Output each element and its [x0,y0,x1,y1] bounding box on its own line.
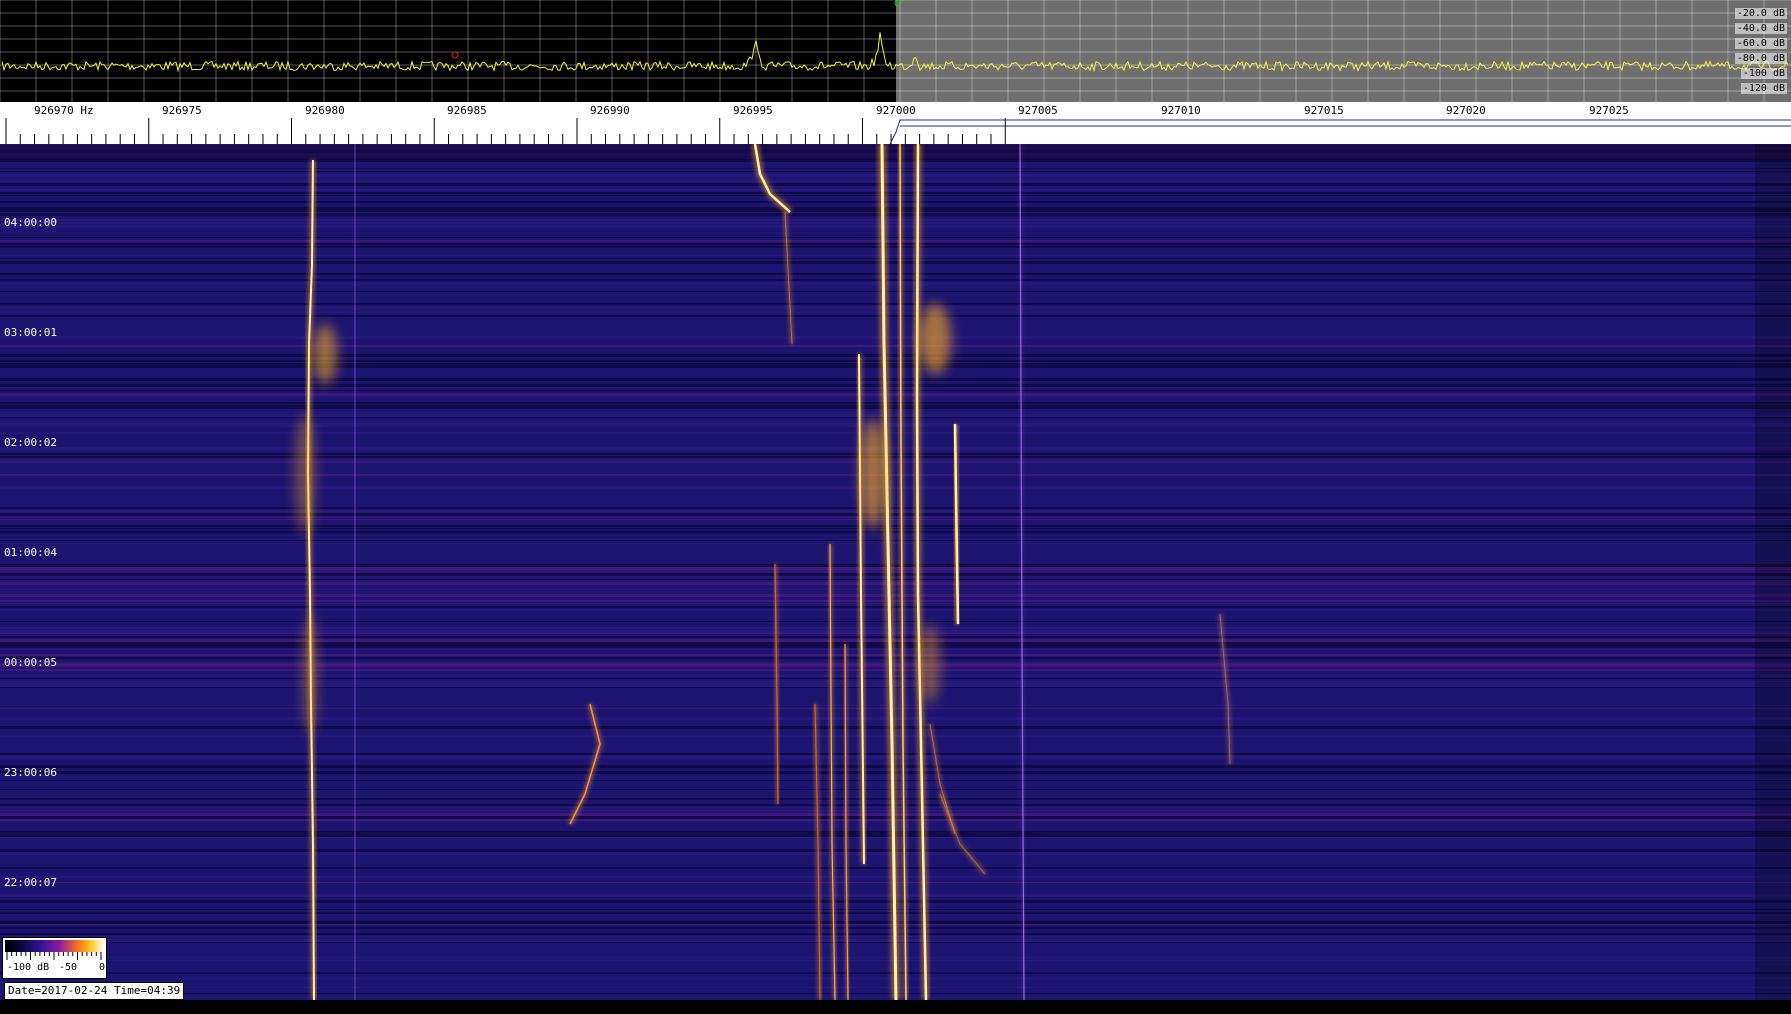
spectrum-panel[interactable]: -20.0 dB -40.0 dB -60.0 dB -80.0 dB -100… [0,0,1791,102]
freq-label-927025: 927025 [1589,104,1629,117]
db-label-4: -80.0 dB [1734,53,1787,64]
bottom-bar [0,1000,1791,1014]
freq-label-927020: 927020 [1446,104,1486,117]
spectrum-plot [0,0,1791,102]
legend-min-label: -100 dB [7,962,50,973]
db-label-1: -20.0 dB [1734,8,1787,19]
freq-label-927010: 927010 [1161,104,1201,117]
freq-label-926970: 926970 Hz [34,104,94,117]
color-scale-legend: -100 dB -50 0 [2,937,107,979]
time-label-2: 03:00:01 [4,326,57,339]
frequency-ruler[interactable]: 926970 Hz 926975 926980 926985 926990 92… [0,102,1791,144]
color-gradient-bar [5,940,104,952]
freq-label-926980: 926980 [305,104,345,117]
freq-label-926990: 926990 [590,104,630,117]
legend-mid-label: -50 [59,962,78,973]
freq-label-927005: 927005 [1018,104,1058,117]
waterfall-display[interactable]: 04:00:00 03:00:01 02:00:02 01:00:04 00:0… [0,144,1791,1000]
db-label-3: -60.0 dB [1734,38,1787,49]
freq-label-926975: 926975 [162,104,202,117]
db-label-6: -120 dB [1740,83,1787,94]
time-label-4: 01:00:04 [4,546,57,559]
freq-label-926995: 926995 [733,104,773,117]
freq-label-927015: 927015 [1304,104,1344,117]
db-label-5: -100 dB [1740,68,1787,79]
time-label-6: 23:00:06 [4,766,57,779]
waterfall-image [0,144,1791,1000]
time-label-3: 02:00:02 [4,436,57,449]
freq-label-927000: 927000 [876,104,916,117]
db-label-2: -40.0 dB [1734,23,1787,34]
time-label-5: 00:00:05 [4,656,57,669]
legend-ticks [6,952,102,960]
date-time-status: Date=2017-02-24 Time=04:39 [4,982,185,1000]
legend-max-label: 0 [99,962,106,973]
time-label-7: 22:00:07 [4,876,57,889]
freq-label-926985: 926985 [447,104,487,117]
time-label-1: 04:00:00 [4,216,57,229]
